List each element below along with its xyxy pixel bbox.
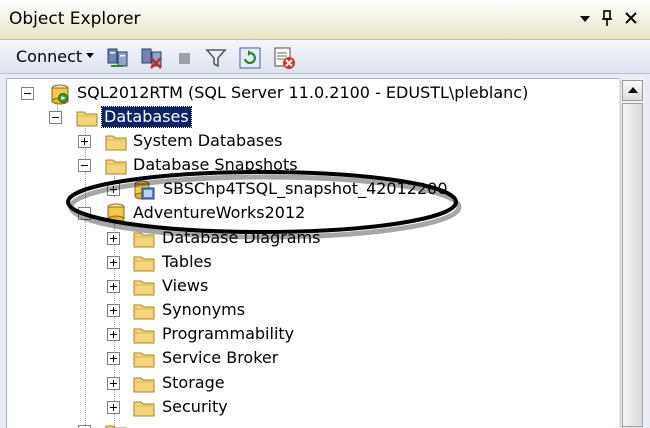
folder-icon bbox=[133, 230, 155, 248]
folder-icon bbox=[133, 326, 155, 344]
folder-icon bbox=[133, 350, 155, 368]
database-icon bbox=[105, 203, 127, 223]
scroll-up-button[interactable] bbox=[622, 80, 643, 101]
filter-icon[interactable] bbox=[204, 46, 228, 70]
expand-icon[interactable] bbox=[78, 135, 91, 148]
tree-item-label: Programmability bbox=[162, 324, 295, 343]
collapse-icon[interactable] bbox=[78, 159, 91, 172]
folder-icon bbox=[133, 302, 155, 320]
folder-icon bbox=[133, 254, 155, 272]
toolbar: Connect bbox=[0, 40, 650, 74]
window-position-dropdown-icon[interactable] bbox=[578, 8, 592, 33]
expand-icon[interactable] bbox=[107, 232, 120, 245]
tree-item-label: Storage bbox=[162, 373, 225, 392]
connect-button[interactable]: Connect bbox=[16, 46, 82, 68]
title-bar: Object Explorer bbox=[0, 0, 650, 40]
tree-item-label: Tables bbox=[162, 252, 212, 271]
expand-icon[interactable] bbox=[107, 280, 120, 293]
tree-item-label: Synonyms bbox=[162, 300, 246, 319]
collapse-icon[interactable] bbox=[78, 207, 91, 220]
database-snapshots-label: Database Snapshots bbox=[133, 155, 298, 174]
folder-icon bbox=[105, 423, 127, 428]
folder-icon bbox=[133, 399, 155, 417]
tree-connector bbox=[114, 221, 115, 428]
expand-icon[interactable] bbox=[107, 328, 120, 341]
expand-icon[interactable] bbox=[107, 256, 120, 269]
disconnect-icon[interactable] bbox=[139, 46, 163, 70]
tree-item-label: Service Broker bbox=[162, 348, 279, 367]
expand-icon[interactable] bbox=[107, 304, 120, 317]
collapse-icon[interactable] bbox=[49, 111, 62, 124]
collapse-icon[interactable] bbox=[21, 87, 34, 100]
databases-label: Databases bbox=[101, 106, 192, 128]
tree-item-label: Database Diagrams bbox=[162, 228, 321, 247]
server-icon bbox=[49, 83, 71, 105]
stop-icon[interactable] bbox=[172, 46, 196, 70]
connect-dropdown-icon[interactable] bbox=[86, 53, 94, 58]
folder-icon bbox=[133, 375, 155, 393]
server-label: SQL2012RTM (SQL Server 11.0.2100 - EDUST… bbox=[77, 83, 529, 102]
refresh-icon[interactable] bbox=[238, 46, 262, 70]
adventureworks-label: AdventureWorks2012 bbox=[133, 203, 306, 222]
expand-icon[interactable] bbox=[107, 377, 120, 390]
close-icon[interactable] bbox=[624, 8, 638, 33]
folder-icon bbox=[133, 278, 155, 296]
folder-icon bbox=[105, 157, 127, 175]
scroll-thumb[interactable] bbox=[622, 103, 643, 427]
object-explorer-tree[interactable]: SQL2012RTM (SQL Server 11.0.2100 - EDUST… bbox=[6, 78, 619, 428]
system-databases-label: System Databases bbox=[133, 131, 283, 150]
expand-icon[interactable] bbox=[107, 352, 120, 365]
snapshot-database-icon bbox=[133, 179, 155, 200]
folder-icon bbox=[105, 133, 127, 151]
expand-icon[interactable] bbox=[107, 401, 120, 414]
expand-icon[interactable] bbox=[107, 183, 120, 196]
connect-object-explorer-icon[interactable] bbox=[105, 46, 129, 70]
folder-icon bbox=[76, 109, 98, 127]
vertical-scrollbar[interactable] bbox=[620, 78, 645, 427]
window-title: Object Explorer bbox=[9, 9, 141, 29]
snapshot-label: SBSChp4TSQL_snapshot_42012200 bbox=[163, 179, 448, 198]
pin-icon[interactable] bbox=[600, 8, 614, 33]
tree-item-label: Views bbox=[162, 276, 209, 295]
tree-item-label: Security bbox=[162, 397, 228, 416]
activity-monitor-icon[interactable] bbox=[272, 46, 296, 70]
